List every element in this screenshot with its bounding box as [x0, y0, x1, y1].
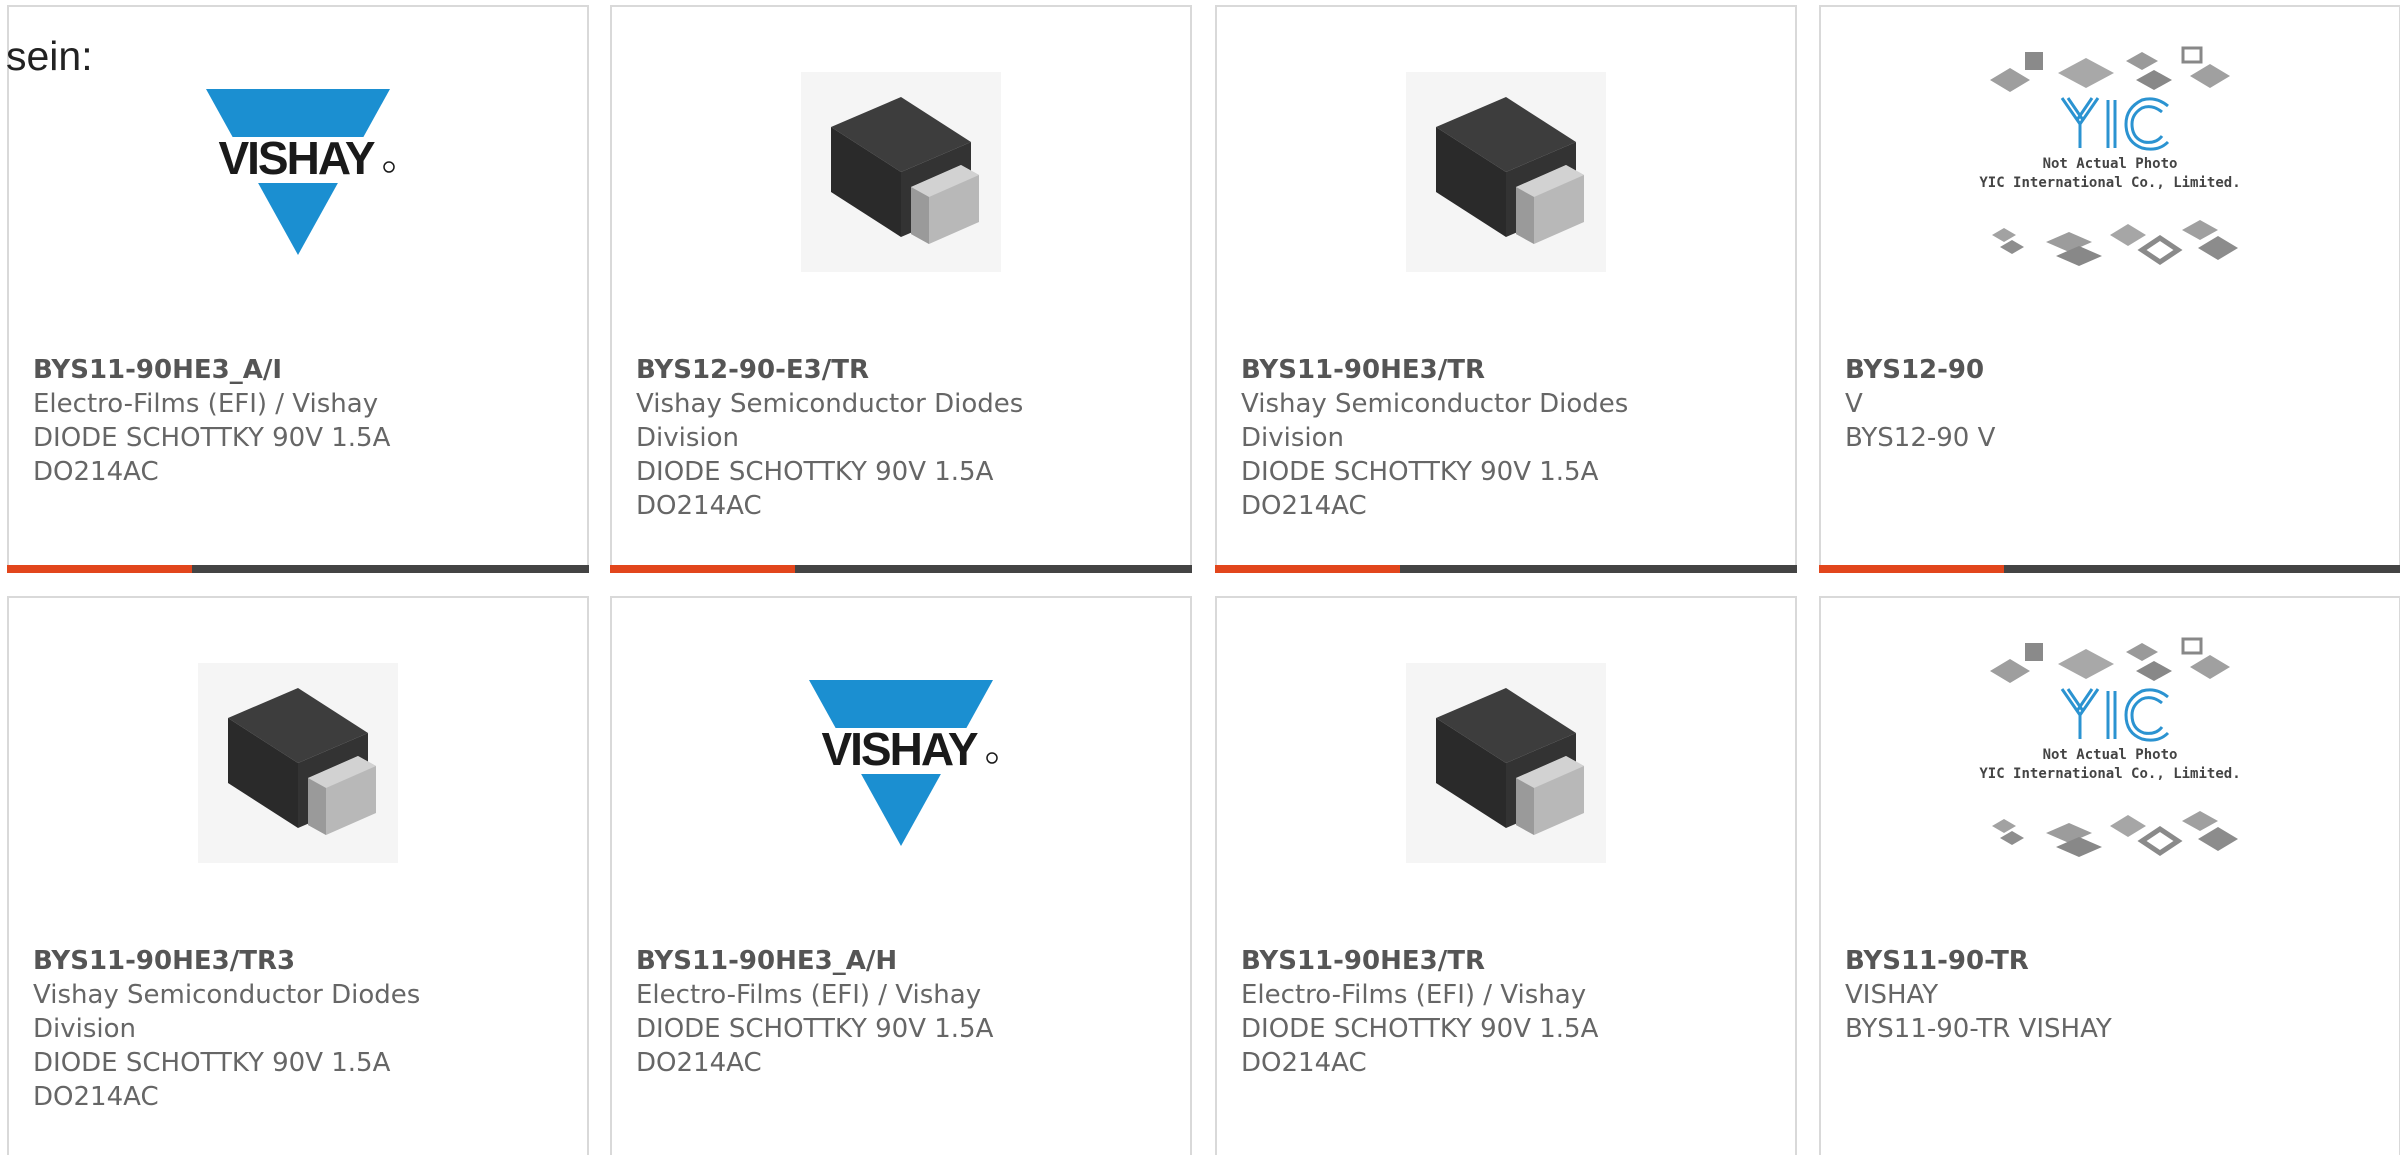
diode-package-icon	[801, 72, 1001, 272]
yic-caption-line: Not Actual Photo	[2043, 156, 2178, 172]
manufacturer-text: Vishay Semiconductor Diodes	[1241, 389, 1629, 419]
diode-package-icon	[198, 663, 398, 863]
product-info: BYS11-90HE3_A/H Electro-Films (EFI) / Vis…	[636, 944, 1166, 1080]
vishay-logo-text: VISHAY	[821, 723, 977, 775]
product-grid-page: sein: VISHAY BYS11-90HE3_A/I Electro-Films…	[0, 0, 2400, 1155]
part-number-link[interactable]: BYS11-90HE3_A/H	[636, 944, 1166, 978]
product-image[interactable]: Not Actual Photo YIC International Co., L…	[1821, 46, 2399, 266]
product-info: BYS11-90HE3_A/I Electro-Films (EFI) / Vis…	[33, 353, 563, 489]
manufacturer-text: Electro-Films (EFI) / Vishay	[33, 389, 379, 419]
yic-placeholder-icon: Not Actual Photo YIC International Co., L…	[1979, 46, 2241, 266]
card-accent-bar	[1215, 565, 1797, 573]
product-info: BYS11-90-TR VISHAY BYS11-90-TR VISHAY	[1845, 944, 2375, 1046]
product-card[interactable]: BYS11-90HE3/TR3 Vishay Semiconductor Diod…	[7, 596, 589, 1155]
card-accent-bar	[1819, 565, 2400, 573]
product-image[interactable]	[1217, 67, 1795, 277]
manufacturer-text: Electro-Films (EFI) / Vishay	[636, 980, 982, 1010]
description-text: DO214AC	[33, 1082, 159, 1112]
product-card[interactable]: BYS11-90HE3/TR Electro-Films (EFI) / Vish…	[1215, 596, 1797, 1155]
description-text: DO214AC	[636, 1048, 762, 1078]
yic-caption-line: YIC International Co., Limited.	[1979, 766, 2240, 782]
description-text: DIODE SCHOTTKY 90V 1.5A	[1241, 457, 1599, 487]
part-number-link[interactable]: BYS12-90-E3/TR	[636, 353, 1166, 387]
card-accent-highlight	[1215, 565, 1400, 573]
description-text: DIODE SCHOTTKY 90V 1.5A	[33, 1048, 391, 1078]
part-number-link[interactable]: BYS11-90HE3_A/I	[33, 353, 563, 387]
vishay-logo-icon: VISHAY	[198, 89, 398, 255]
description-text: DO214AC	[33, 457, 159, 487]
product-image[interactable]: Not Actual Photo YIC International Co., L…	[1821, 637, 2399, 857]
card-accent-bar	[7, 565, 589, 573]
product-image[interactable]: VISHAY	[612, 658, 1190, 868]
part-number-link[interactable]: BYS11-90-TR	[1845, 944, 2375, 978]
product-info: BYS12-90 V BYS12-90 V	[1845, 353, 2375, 455]
product-card[interactable]: Not Actual Photo YIC International Co., L…	[1819, 596, 2400, 1155]
description-text: DIODE SCHOTTKY 90V 1.5A	[33, 423, 391, 453]
yic-caption-line: YIC International Co., Limited.	[1979, 175, 2240, 191]
description-text: DIODE SCHOTTKY 90V 1.5A	[636, 1014, 994, 1044]
description-text: DO214AC	[1241, 1048, 1367, 1078]
product-image[interactable]	[612, 67, 1190, 277]
product-info: BYS12-90-E3/TR Vishay Semiconductor Diode…	[636, 353, 1166, 523]
description-text: DO214AC	[636, 491, 762, 521]
card-accent-highlight	[1819, 565, 2004, 573]
lead-text: sein:	[6, 33, 93, 79]
product-info: BYS11-90HE3/TR Vishay Semiconductor Diode…	[1241, 353, 1771, 523]
product-card[interactable]: BYS12-90-E3/TR Vishay Semiconductor Diode…	[610, 5, 1192, 573]
description-text: BYS12-90 V	[1845, 423, 1996, 453]
description-text: DIODE SCHOTTKY 90V 1.5A	[1241, 1014, 1599, 1044]
manufacturer-text: Electro-Films (EFI) / Vishay	[1241, 980, 1587, 1010]
product-image[interactable]	[1217, 658, 1795, 868]
product-image[interactable]	[9, 658, 587, 868]
card-accent-bar	[610, 565, 1192, 573]
manufacturer-text: V	[1845, 389, 1863, 419]
product-card[interactable]: Not Actual Photo YIC International Co., L…	[1819, 5, 2400, 573]
card-accent-highlight	[610, 565, 795, 573]
card-accent-highlight	[7, 565, 192, 573]
manufacturer-text: Vishay Semiconductor Diodes	[636, 389, 1024, 419]
part-number-link[interactable]: BYS11-90HE3/TR	[1241, 353, 1771, 387]
part-number-link[interactable]: BYS12-90	[1845, 353, 2375, 387]
diode-package-icon	[1406, 663, 1606, 863]
product-card[interactable]: VISHAY BYS11-90HE3_A/I Electro-Films (EFI)…	[7, 5, 589, 573]
product-info: BYS11-90HE3/TR3 Vishay Semiconductor Diod…	[33, 944, 563, 1114]
yic-caption-line: Not Actual Photo	[2043, 747, 2178, 763]
description-text: DIODE SCHOTTKY 90V 1.5A	[636, 457, 994, 487]
product-image[interactable]: VISHAY	[9, 67, 587, 277]
vishay-logo-icon: VISHAY	[801, 680, 1001, 846]
product-card[interactable]: BYS11-90HE3/TR Vishay Semiconductor Diode…	[1215, 5, 1797, 573]
description-text: DO214AC	[1241, 491, 1367, 521]
manufacturer-text: Division	[636, 423, 740, 453]
part-number-link[interactable]: BYS11-90HE3/TR3	[33, 944, 563, 978]
part-number-link[interactable]: BYS11-90HE3/TR	[1241, 944, 1771, 978]
product-info: BYS11-90HE3/TR Electro-Films (EFI) / Vish…	[1241, 944, 1771, 1080]
yic-placeholder-icon: Not Actual Photo YIC International Co., L…	[1979, 637, 2241, 857]
manufacturer-text: Division	[33, 1014, 137, 1044]
manufacturer-text: Division	[1241, 423, 1345, 453]
vishay-logo-text: VISHAY	[218, 132, 374, 184]
product-card[interactable]: VISHAY BYS11-90HE3_A/H Electro-Films (EFI)…	[610, 596, 1192, 1155]
description-text: BYS11-90-TR VISHAY	[1845, 1014, 2112, 1044]
manufacturer-text: VISHAY	[1845, 980, 1939, 1010]
diode-package-icon	[1406, 72, 1606, 272]
manufacturer-text: Vishay Semiconductor Diodes	[33, 980, 421, 1010]
